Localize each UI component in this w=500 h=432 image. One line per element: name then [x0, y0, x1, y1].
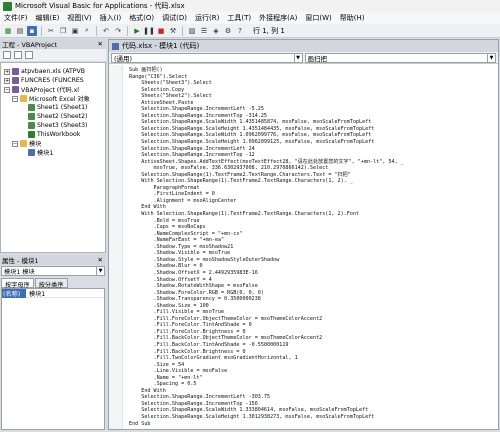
worksheet-icon: [28, 122, 35, 129]
tree-node-excel-objects[interactable]: − Microsoft Excel 对象: [12, 94, 90, 103]
module-icon: [112, 42, 119, 50]
menu-window[interactable]: 窗口(W): [301, 13, 335, 23]
menu-format[interactable]: 格式(O): [125, 13, 158, 23]
toolbar-separator: [127, 25, 128, 36]
properties-tabs: 按字母序 按分类序: [1, 278, 105, 289]
chevron-down-icon[interactable]: ▼: [96, 267, 104, 275]
toolbar-separator: [96, 25, 97, 36]
code-window-combos: (通用) ▼ 画扫把 ▼: [109, 52, 498, 64]
menu-addins[interactable]: 外接程序(A): [255, 13, 301, 23]
toolbar-separator: [41, 25, 42, 36]
standard-toolbar: ▦ ▤ ▪ ✂ ❐ ▣ ⌕ ↶ ↷ ▶ ❚❚ ■ ⚒ ▧ ☰ ◈ ⚙ ? 行 1…: [0, 24, 500, 38]
menu-bar: 文件(F) 编辑(E) 视图(V) 插入(I) 格式(O) 调试(D) 运行(R…: [0, 12, 500, 24]
collapse-icon[interactable]: −: [12, 140, 18, 147]
menu-help[interactable]: 帮助(H): [336, 13, 369, 23]
run-icon[interactable]: ▶: [132, 26, 142, 36]
project-pane-toolbar: [0, 49, 106, 61]
property-key: (名称): [2, 288, 26, 298]
property-value[interactable]: 模块1: [26, 289, 45, 298]
tree-node-vbaproject[interactable]: − VBAProject (代码.xl: [4, 85, 79, 94]
vba-project-icon: [12, 68, 19, 75]
copy-icon[interactable]: ❐: [58, 26, 68, 36]
design-mode-icon[interactable]: ⚒: [168, 26, 178, 36]
view-object-icon[interactable]: [14, 51, 22, 59]
menu-tools[interactable]: 工具(T): [223, 13, 255, 23]
expand-icon[interactable]: +: [4, 77, 10, 84]
code-editor[interactable]: Sub 画扫把() Range("C36").Select Sheets("Sh…: [109, 65, 498, 429]
tree-node-atpvbaen[interactable]: + atpvbaen.xls (ATPVB: [4, 67, 85, 76]
find-icon[interactable]: ⌕: [82, 26, 92, 36]
undo-icon[interactable]: ↶: [101, 26, 111, 36]
tree-node-module1[interactable]: 模块1: [28, 148, 53, 157]
cut-icon[interactable]: ✂: [46, 26, 56, 36]
property-row[interactable]: (名称) 模块1: [2, 288, 104, 298]
chevron-down-icon[interactable]: ▼: [487, 54, 495, 62]
properties-pane-title: 属性 - 模块1 ✕: [0, 255, 106, 265]
excel-app-icon: [3, 1, 12, 11]
break-icon[interactable]: ❚❚: [143, 26, 155, 36]
redo-icon[interactable]: ↷: [113, 26, 123, 36]
procedure-combo[interactable]: 画扫把 ▼: [304, 53, 496, 63]
worksheet-icon: [28, 113, 35, 120]
code-window-title: 代码.xlsx - 模块1 (代码): [109, 40, 498, 52]
properties-grid: (名称) 模块1: [1, 288, 105, 430]
view-excel-icon[interactable]: ▦: [3, 26, 13, 36]
close-icon[interactable]: ✕: [98, 40, 106, 48]
object-combo[interactable]: (通用) ▼: [111, 53, 303, 63]
project-explorer-icon[interactable]: ▧: [187, 26, 197, 36]
reset-icon[interactable]: ■: [156, 26, 166, 36]
tab-categorized[interactable]: 按分类序: [34, 278, 68, 289]
properties-icon[interactable]: ☰: [199, 26, 209, 36]
collapse-icon[interactable]: −: [12, 95, 18, 102]
tree-node-sheet1[interactable]: Sheet1 (Sheet1): [28, 103, 87, 112]
menu-insert[interactable]: 插入(I): [96, 13, 126, 23]
menu-edit[interactable]: 编辑(E): [32, 13, 64, 23]
window-title: Microsoft Visual Basic for Applications …: [15, 2, 185, 10]
vba-project-icon: [12, 86, 19, 93]
view-code-icon[interactable]: [3, 51, 11, 59]
worksheet-icon: [28, 104, 35, 111]
chevron-down-icon[interactable]: ▼: [293, 54, 302, 62]
tree-node-funcres[interactable]: + FUNCRES (FUNCRES: [4, 76, 84, 85]
project-pane-title: 工程 - VBAProject ✕: [0, 39, 106, 49]
menu-view[interactable]: 视图(V): [63, 13, 95, 23]
tree-node-sheet3[interactable]: Sheet3 (Sheet3): [28, 121, 87, 130]
project-tree: + atpvbaen.xls (ATPVB + FUNCRES (FUNCRES −…: [0, 62, 106, 253]
close-icon[interactable]: ✕: [98, 256, 106, 264]
toolbox-icon[interactable]: ⚙: [223, 26, 233, 36]
properties-object-select[interactable]: 模块1 模块 ▼: [1, 266, 105, 276]
title-bar: Microsoft Visual Basic for Applications …: [0, 0, 500, 12]
folder-icon: [20, 95, 27, 102]
vba-project-icon: [12, 77, 19, 84]
toolbar-separator: [182, 25, 183, 36]
tree-node-sheet2[interactable]: Sheet2 (Sheet2): [28, 112, 87, 121]
menu-debug[interactable]: 调试(D): [158, 13, 191, 23]
code-window: 代码.xlsx - 模块1 (代码) (通用) ▼ 画扫把 ▼ Sub 画扫把(…: [108, 39, 499, 430]
tree-node-modules[interactable]: − 模块: [12, 139, 41, 148]
help-icon[interactable]: ?: [235, 26, 245, 36]
expand-icon[interactable]: +: [4, 68, 10, 75]
cursor-position: 行 1, 列 1: [253, 26, 285, 35]
workbook-icon: [28, 131, 35, 138]
object-browser-icon[interactable]: ◈: [211, 26, 221, 36]
menu-run[interactable]: 运行(R): [191, 13, 223, 23]
tab-alphabetic[interactable]: 按字母序: [1, 278, 34, 289]
insert-module-icon[interactable]: ▤: [15, 26, 25, 36]
menu-file[interactable]: 文件(F): [0, 13, 32, 23]
module-icon: [28, 149, 35, 156]
paste-icon[interactable]: ▣: [70, 26, 80, 36]
save-icon[interactable]: ▪: [27, 25, 37, 36]
collapse-icon[interactable]: −: [4, 86, 10, 93]
folder-icon: [20, 140, 27, 147]
toggle-folders-icon[interactable]: [25, 51, 33, 59]
tree-node-thisworkbook[interactable]: ThisWorkbook: [28, 130, 80, 139]
